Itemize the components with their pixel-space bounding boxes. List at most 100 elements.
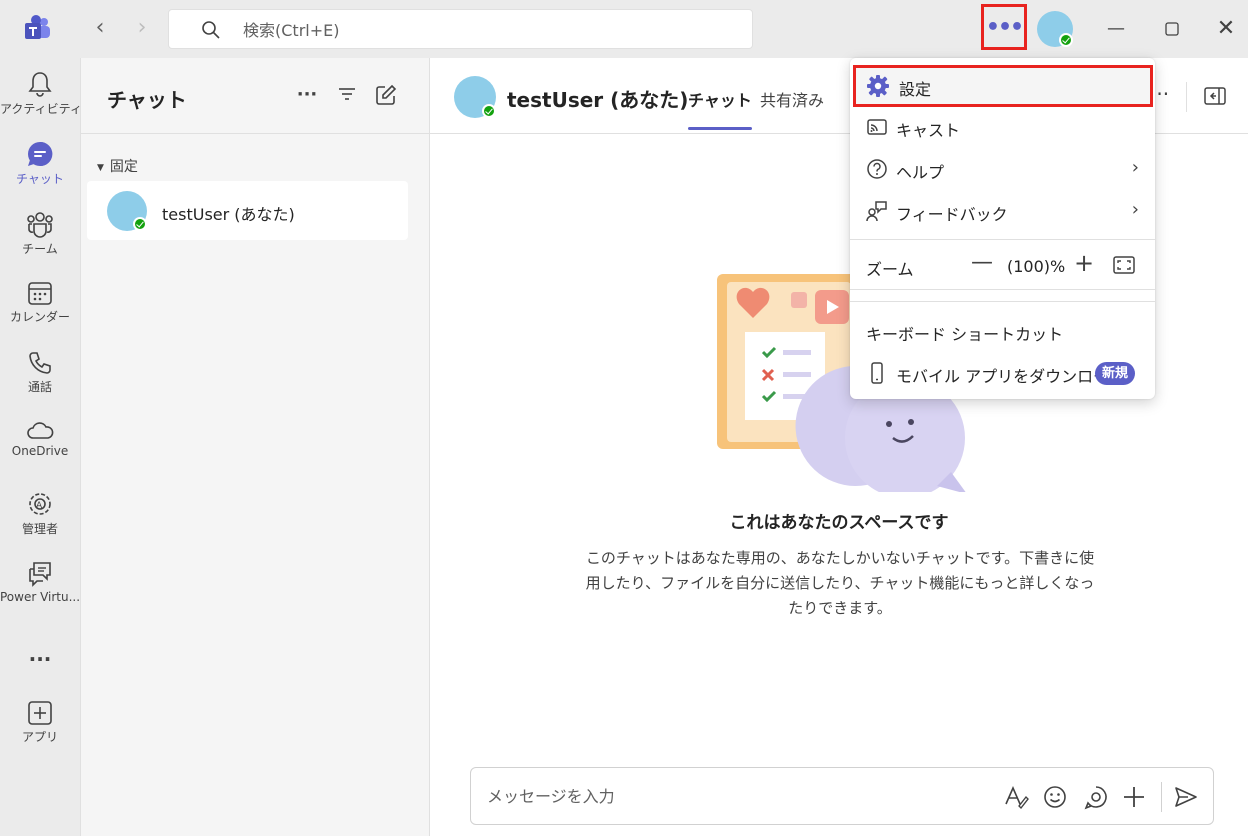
bot-chat-icon: [29, 562, 51, 587]
search-input[interactable]: [243, 18, 723, 42]
format-button[interactable]: [1003, 784, 1029, 810]
search-box[interactable]: [168, 9, 753, 49]
bell-icon: [28, 72, 52, 97]
rail-item-onedrive[interactable]: OneDrive: [0, 420, 80, 482]
menu-item-cast[interactable]: キャスト: [850, 107, 1155, 147]
emoji-button[interactable]: [1042, 784, 1068, 810]
attach-button[interactable]: [1121, 784, 1147, 810]
rail-item-apps[interactable]: アプリ: [0, 700, 80, 762]
avatar[interactable]: [454, 76, 496, 118]
rail-label: Power Virtu...: [0, 590, 80, 604]
empty-state-title: これはあなたのスペースです: [729, 513, 949, 533]
teams-logo-icon: [22, 15, 52, 43]
menu-divider: [850, 289, 1155, 290]
plus-icon: [1124, 787, 1144, 807]
app-rail: アクティビティ チャット チーム カレンダー 通話 OneDrive A 管理者…: [0, 58, 80, 836]
close-button[interactable]: ✕: [1211, 14, 1241, 44]
filter-icon: [339, 88, 355, 100]
rail-label: カレンダー: [9, 310, 70, 324]
forward-button[interactable]: ›: [130, 17, 154, 41]
full-screen-button[interactable]: [1113, 255, 1135, 275]
rail-label: 通話: [27, 380, 52, 394]
side-panel-icon: [1204, 87, 1226, 105]
emoji-icon: [1044, 786, 1066, 808]
chat-list-item[interactable]: testUser (あなた): [87, 181, 408, 240]
menu-divider: [850, 239, 1155, 240]
loop-chat-icon: [1084, 786, 1107, 810]
tab-shared[interactable]: 共有済み: [760, 87, 824, 111]
compose-icon: [376, 84, 397, 105]
back-button[interactable]: ‹: [88, 17, 112, 41]
chat-title: testUser (あなた): [507, 88, 689, 112]
rail-more-apps-button[interactable]: ...: [0, 640, 80, 670]
gear-icon: [867, 75, 889, 97]
maximize-button[interactable]: [1157, 14, 1187, 44]
pinned-section-header[interactable]: ▼ 固定: [97, 156, 138, 176]
message-input[interactable]: [487, 784, 967, 808]
chat-name: testUser (あなた): [162, 205, 295, 224]
more-icon: •••: [985, 15, 1024, 40]
tab-chat[interactable]: チャット: [688, 87, 752, 130]
new-chat-button[interactable]: [374, 84, 398, 108]
zoom-out-button[interactable]: —: [970, 252, 994, 276]
chat-list-header: チャット ···: [81, 58, 431, 134]
zoom-in-button[interactable]: +: [1072, 251, 1096, 276]
menu-divider: [850, 301, 1155, 302]
help-icon: [866, 158, 888, 180]
more-options-button[interactable]: ···: [295, 84, 319, 108]
phone-icon: [29, 352, 51, 374]
new-badge: 新規: [1095, 362, 1136, 385]
divider: [1186, 82, 1187, 112]
menu-item-label: ヘルプ: [896, 163, 945, 182]
menu-item-feedback[interactable]: フィードバック ›: [850, 191, 1155, 231]
loop-button[interactable]: [1083, 784, 1109, 810]
fullscreen-icon: [1113, 256, 1135, 274]
menu-item-label: フィードバック: [896, 205, 1008, 224]
settings-and-more-button[interactable]: •••: [981, 4, 1027, 50]
format-text-icon: [1005, 786, 1029, 810]
feedback-icon: [866, 200, 888, 222]
menu-item-label: モバイル アプリをダウンロード: [896, 367, 1126, 386]
menu-item-keyboard-shortcuts[interactable]: キーボード ショートカット: [850, 311, 1155, 351]
add-app-icon: [28, 701, 52, 725]
rail-item-activity[interactable]: アクティビティ: [0, 70, 80, 132]
rail-item-admin[interactable]: A 管理者: [0, 490, 80, 552]
presence-available-icon: [482, 104, 496, 118]
empty-state-description: このチャットはあなた専用の、あなたしかいないチャットです。下書きに使用したり、フ…: [585, 549, 1095, 617]
rail-item-calls[interactable]: 通話: [0, 350, 80, 412]
menu-item-label: キーボード ショートカット: [866, 325, 1064, 344]
menu-item-label: キャスト: [896, 121, 961, 140]
rail-item-teams[interactable]: チーム: [0, 210, 80, 272]
rail-label: アクティビティ: [0, 102, 80, 116]
rail-item-chat[interactable]: チャット: [0, 140, 80, 202]
rail-item-calendar[interactable]: カレンダー: [0, 280, 80, 342]
rail-item-power-virtual-agents[interactable]: Power Virtu...: [0, 560, 80, 622]
rail-label: 管理者: [21, 522, 58, 536]
chevron-right-icon: ›: [1131, 199, 1139, 220]
zoom-label: ズーム: [866, 260, 914, 279]
cloud-icon: [27, 422, 54, 439]
settings-and-more-menu: 設定 キャスト ヘルプ › フィードバック › ズーム — (100)% + キ…: [850, 58, 1155, 399]
send-button[interactable]: [1173, 784, 1199, 810]
menu-item-settings[interactable]: 設定: [853, 65, 1153, 107]
open-side-panel-button[interactable]: [1204, 86, 1226, 106]
message-composer[interactable]: [470, 767, 1214, 825]
filter-button[interactable]: [335, 84, 359, 108]
mobile-phone-icon: [866, 362, 888, 384]
zoom-value: (100)%: [1007, 257, 1066, 276]
profile-avatar[interactable]: [1037, 11, 1073, 47]
chat-list-title: チャット: [107, 88, 187, 112]
chat-list-pane: チャット ··· ▼ 固定 testUser (あなた): [80, 58, 431, 836]
caret-down-icon: ▼: [97, 163, 104, 173]
chat-icon: [28, 141, 53, 166]
divider: [1161, 782, 1162, 812]
menu-item-help[interactable]: ヘルプ ›: [850, 149, 1155, 189]
search-icon: [201, 20, 221, 40]
minimize-button[interactable]: —: [1101, 14, 1131, 44]
presence-available-icon: [133, 217, 147, 231]
avatar: [107, 191, 147, 231]
admin-icon: A: [29, 493, 51, 515]
rail-label: チーム: [22, 242, 58, 256]
menu-item-label: 設定: [899, 80, 932, 99]
teams-icon: [27, 212, 53, 238]
